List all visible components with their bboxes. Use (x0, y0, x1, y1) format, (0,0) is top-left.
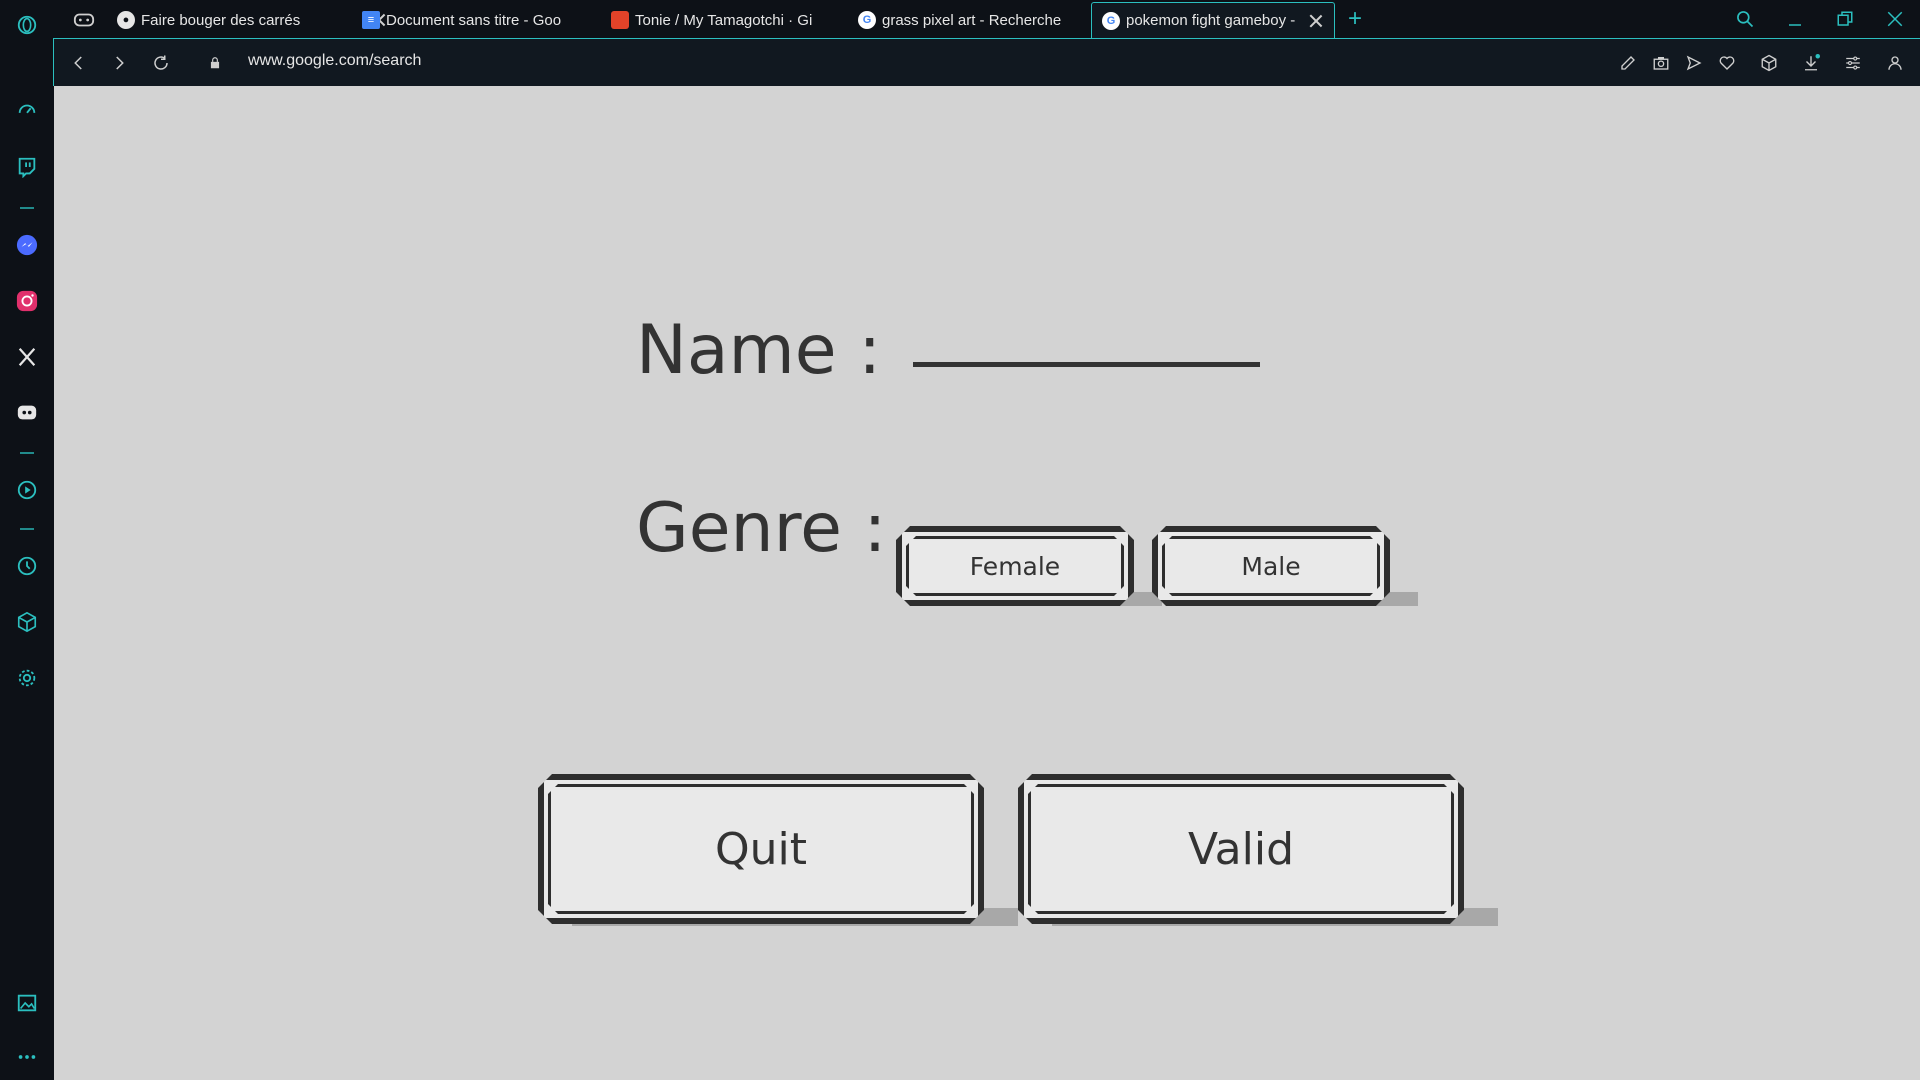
tab-title: grass pixel art - Recherche (882, 11, 1062, 29)
new-tab-plus-icon[interactable]: + (1342, 5, 1368, 32)
quit-button[interactable]: Quit (538, 774, 984, 924)
tab-pokemon-active[interactable]: G pokemon fight gameboy - (1091, 2, 1335, 38)
google-icon: G (1102, 11, 1120, 30)
tab-title: pokemon fight gameboy - (1126, 12, 1296, 29)
messenger-icon[interactable] (14, 232, 40, 258)
minimize-icon[interactable] (1782, 6, 1808, 32)
instagram-icon[interactable] (14, 288, 40, 314)
tab-strip: ● Faire bouger des carrés ≡ Document san… (53, 0, 1920, 38)
female-button[interactable]: Female (896, 526, 1134, 606)
player-icon[interactable] (14, 477, 40, 503)
search-tabs-icon[interactable] (1732, 6, 1758, 32)
discord-icon[interactable] (14, 400, 40, 426)
settings-gear-icon[interactable] (14, 665, 40, 691)
edit-icon[interactable] (1617, 52, 1639, 74)
male-button-label: Male (1241, 551, 1301, 581)
history-icon[interactable] (14, 553, 40, 579)
twitch-icon[interactable] (14, 154, 40, 180)
opera-logo-icon[interactable] (14, 12, 40, 38)
gitlab-icon (611, 11, 629, 29)
heart-icon[interactable] (1716, 52, 1738, 74)
x-twitter-icon[interactable] (14, 344, 40, 370)
female-button-label: Female (969, 551, 1061, 581)
browser-sidebar (0, 0, 53, 1080)
window-close-icon[interactable] (1882, 6, 1908, 32)
quit-button-label: Quit (715, 823, 807, 875)
globe-icon: ● (117, 11, 135, 29)
name-input[interactable] (913, 362, 1260, 367)
close-icon[interactable] (1308, 13, 1324, 29)
tab-tamagotchi[interactable]: Tonie / My Tamagotchi · Gi (601, 2, 885, 38)
reload-icon[interactable] (148, 50, 174, 76)
restore-icon[interactable] (1832, 6, 1858, 32)
download-icon[interactable] (1800, 52, 1822, 74)
forward-arrow-icon[interactable] (106, 50, 132, 76)
gx-corner-icon[interactable] (63, 2, 105, 38)
address-bar: www.google.com/search (53, 38, 1920, 86)
google-icon: G (858, 11, 876, 29)
gx-control-icon[interactable] (14, 98, 40, 124)
tab-document[interactable]: ≡ Document sans titre - Goo (352, 2, 636, 38)
valid-button[interactable]: Valid (1018, 774, 1464, 924)
sidebar-separator (20, 207, 34, 209)
genre-label: Genre : (636, 489, 887, 568)
extensions-cube-icon[interactable] (14, 609, 40, 635)
sidebar-separator (20, 528, 34, 530)
cube-icon[interactable] (1758, 52, 1780, 74)
send-icon[interactable] (1683, 52, 1705, 74)
tab-title: Document sans titre - Goo (386, 11, 562, 29)
tab-title: Tonie / My Tamagotchi · Gi (635, 11, 813, 29)
profile-icon[interactable] (1884, 52, 1906, 74)
wallpaper-icon[interactable] (14, 990, 40, 1016)
game-page: Name : Genre : Female Male Quit Valid (54, 86, 1920, 1080)
easy-setup-sliders-icon[interactable] (1842, 52, 1864, 74)
back-arrow-icon[interactable] (66, 50, 92, 76)
name-label: Name : (636, 311, 882, 390)
lock-icon[interactable] (202, 50, 228, 76)
tab-title: Faire bouger des carrés (141, 11, 301, 29)
camera-snapshot-icon[interactable] (1650, 52, 1672, 74)
sidebar-separator (20, 452, 34, 454)
url-field[interactable]: www.google.com/search (248, 52, 421, 70)
more-dots-icon[interactable] (14, 1044, 40, 1070)
male-button[interactable]: Male (1152, 526, 1390, 606)
valid-button-label: Valid (1187, 823, 1295, 875)
docs-icon: ≡ (362, 11, 380, 29)
